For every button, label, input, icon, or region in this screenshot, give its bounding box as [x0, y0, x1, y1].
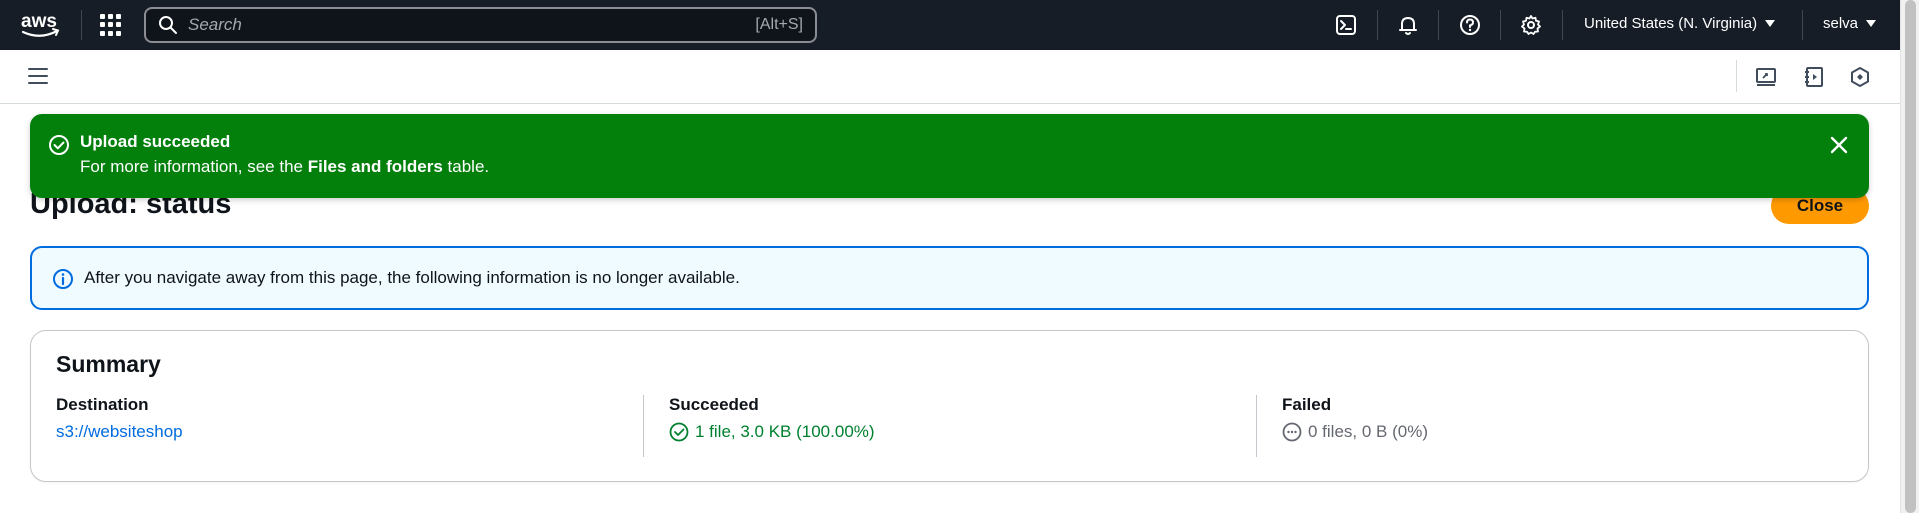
flash-message-emphasis: Files and folders: [307, 157, 443, 176]
page: aws [Alt+S]: [0, 0, 1919, 513]
settings-hexagon-icon[interactable]: [1848, 65, 1872, 89]
nav-divider: [81, 10, 82, 40]
region-selector[interactable]: United States (N. Virginia): [1584, 15, 1776, 32]
nav-divider: [1377, 10, 1378, 40]
summary-title: Summary: [56, 351, 161, 377]
scrollbar-thumb[interactable]: [1905, 0, 1916, 513]
search-box[interactable]: [Alt+S]: [144, 7, 817, 43]
check-circle-icon: [48, 134, 70, 161]
bell-icon[interactable]: [1396, 13, 1420, 37]
destination-column: Destination s3://websiteshop: [56, 395, 183, 442]
column-divider: [643, 395, 644, 457]
succeeded-value: 1 file, 3.0 KB (100.00%): [695, 422, 875, 441]
top-navigation: aws [Alt+S]: [0, 0, 1900, 50]
user-menu[interactable]: selva: [1823, 15, 1877, 32]
cloudshell-icon[interactable]: [1334, 13, 1358, 37]
succeeded-column: Succeeded 1 file, 3.0 KB (100.00%): [669, 395, 875, 442]
nav-divider: [1562, 10, 1563, 40]
help-icon[interactable]: [1458, 13, 1482, 37]
failed-label: Failed: [1282, 395, 1332, 414]
user-name: selva: [1823, 15, 1859, 32]
flash-title: Upload succeeded: [80, 132, 231, 151]
flash-message-prefix: For more information, see the: [80, 157, 308, 176]
tutorial-icon[interactable]: [1754, 65, 1778, 89]
search-shortcut: [Alt+S]: [755, 16, 803, 33]
flash-message: For more information, see the Files and …: [80, 157, 489, 177]
succeeded-label: Succeeded: [669, 395, 759, 414]
menu-icon[interactable]: [28, 68, 48, 86]
info-alert: After you navigate away from this page, …: [30, 246, 1869, 310]
info-icon: [52, 268, 74, 295]
caret-down-icon: [1866, 20, 1877, 27]
pending-ellipsis-icon: [1282, 422, 1302, 442]
nav-divider: [1500, 10, 1501, 40]
column-divider: [1256, 395, 1257, 457]
gear-icon[interactable]: [1519, 13, 1543, 37]
notes-icon[interactable]: [1802, 65, 1826, 89]
region-label: United States (N. Virginia): [1584, 15, 1758, 32]
nav-divider: [1438, 10, 1439, 40]
page-scrollbar[interactable]: [1900, 0, 1919, 513]
nav-divider: [1802, 10, 1803, 40]
failed-column: Failed 0 files, 0 B (0%): [1282, 395, 1428, 442]
aws-logo[interactable]: aws: [20, 8, 62, 42]
console-subbar: [0, 50, 1900, 104]
search-input[interactable]: [188, 15, 756, 35]
check-circle-icon: [669, 422, 689, 442]
failed-value: 0 files, 0 B (0%): [1308, 422, 1428, 441]
destination-link[interactable]: s3://websiteshop: [56, 422, 183, 442]
info-alert-text: After you navigate away from this page, …: [84, 268, 740, 287]
flash-message-suffix: table.: [442, 157, 490, 176]
caret-down-icon: [1765, 20, 1776, 27]
destination-label: Destination: [56, 395, 149, 414]
close-icon[interactable]: [1827, 133, 1851, 157]
services-grid-icon[interactable]: [100, 14, 122, 36]
subbar-divider: [1736, 60, 1737, 92]
svg-text:aws: aws: [21, 11, 57, 32]
success-flashbar: Upload succeeded For more information, s…: [30, 114, 1869, 198]
search-icon: [159, 16, 177, 34]
summary-container: Summary Destination s3://websiteshop Suc…: [30, 330, 1869, 482]
